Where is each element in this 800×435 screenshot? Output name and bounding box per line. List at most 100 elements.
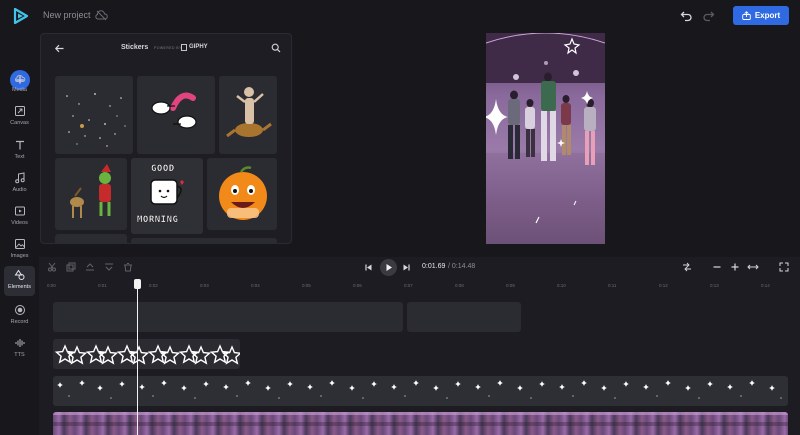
sidebar-item-canvas[interactable]: Canvas bbox=[2, 102, 37, 132]
sparkle-sticker-thumbnails bbox=[57, 380, 782, 399]
ruler-tick-label: 0:00 bbox=[47, 283, 56, 288]
sidebar-item-label: Images bbox=[10, 253, 29, 259]
duplicate-icon[interactable] bbox=[66, 262, 76, 272]
coffee-mug-sticker bbox=[150, 179, 184, 205]
sticker-tile[interactable]: GOOD MORNING bbox=[131, 158, 203, 234]
app-logo-icon[interactable] bbox=[13, 8, 29, 24]
export-button[interactable]: Export bbox=[733, 6, 789, 25]
sticker-tile[interactable] bbox=[207, 158, 277, 230]
video-preview[interactable] bbox=[486, 33, 605, 244]
undo-icon[interactable] bbox=[680, 9, 693, 22]
redo-icon[interactable] bbox=[702, 9, 715, 22]
ruler-tick-label: 0:08 bbox=[455, 283, 464, 288]
current-time: 0:01.69 bbox=[422, 263, 446, 270]
sidebar-item-label: Media bbox=[12, 87, 27, 93]
sticker-text-top: GOOD bbox=[151, 164, 175, 174]
ruler-tick-label: 0:14 bbox=[761, 283, 770, 288]
skip-back-icon[interactable] bbox=[365, 264, 372, 271]
sidebar-item-label: Text bbox=[14, 154, 25, 160]
ruler-tick-label: 0:06 bbox=[353, 283, 362, 288]
giphy-logo-icon bbox=[181, 44, 187, 51]
sidebar-item-label: Audio bbox=[12, 187, 27, 193]
sidebar-item-images[interactable]: Images bbox=[2, 235, 37, 265]
timeline-clip[interactable] bbox=[407, 302, 521, 332]
annoying-orange-sticker bbox=[219, 166, 267, 220]
ruler-tick-label: 0:05 bbox=[302, 283, 311, 288]
fit-timeline-icon[interactable] bbox=[682, 262, 692, 272]
canvas-resize-icon bbox=[14, 106, 25, 116]
upload-cloud-icon bbox=[14, 74, 25, 82]
waveform-icon bbox=[15, 339, 24, 347]
giphy-label: GIPHY bbox=[189, 44, 208, 50]
sidebar-item-videos[interactable]: Videos bbox=[2, 202, 37, 232]
export-upload-icon bbox=[742, 11, 751, 20]
ruler-tick-label: 0:09 bbox=[506, 283, 515, 288]
sidebar-item-text[interactable]: Text bbox=[2, 136, 37, 166]
powered-by-label: POWERED BY bbox=[154, 46, 182, 50]
grinch-sticker bbox=[70, 164, 111, 218]
stickers-panel: Stickers POWERED BY GIPHY GOOD MORNING bbox=[40, 33, 292, 244]
sticker-tile[interactable] bbox=[137, 76, 215, 154]
expand-horizontal-icon[interactable] bbox=[747, 262, 759, 272]
sidebar-item-elements[interactable]: Elements bbox=[4, 266, 35, 296]
split-icon[interactable] bbox=[47, 262, 57, 272]
pointing-hands-sticker bbox=[151, 92, 197, 129]
sidebar-item-label: TTS bbox=[14, 352, 25, 358]
timeline-toolbar: 0:01.69 / 0:14.48 bbox=[39, 257, 800, 278]
sticker-tile[interactable] bbox=[219, 76, 277, 154]
cat-dancer-sticker bbox=[226, 87, 272, 138]
sidebar-item-label: Videos bbox=[11, 220, 28, 226]
play-icon bbox=[386, 264, 392, 271]
ruler-tick-label: 0:13 bbox=[710, 283, 719, 288]
total-time: / 0:14.48 bbox=[448, 263, 476, 270]
cloud-sync-icon bbox=[95, 10, 108, 21]
layer-up-icon[interactable] bbox=[85, 262, 95, 272]
playhead-line[interactable] bbox=[137, 279, 138, 435]
panel-title: Stickers bbox=[121, 44, 149, 51]
play-button[interactable] bbox=[380, 259, 397, 276]
timeline-clip-stars[interactable] bbox=[53, 339, 240, 369]
shapes-icon bbox=[14, 269, 24, 280]
ruler-tick-label: 0:11 bbox=[608, 283, 617, 288]
top-bar: New project Export bbox=[0, 0, 800, 32]
text-icon bbox=[15, 140, 24, 150]
timeline-panel: 0:01.69 / 0:14.48 0:00 0:01 0:02 0:03 0:… bbox=[39, 257, 800, 435]
sticker-tile[interactable] bbox=[131, 238, 277, 243]
sidebar-item-media[interactable]: Media bbox=[2, 69, 37, 99]
sidebar-item-label: Elements bbox=[8, 284, 31, 290]
ruler-tick-label: 0:02 bbox=[149, 283, 158, 288]
sidebar-item-record[interactable]: Record bbox=[2, 301, 37, 331]
search-icon[interactable] bbox=[271, 43, 281, 53]
star-sticker-thumbnails bbox=[55, 345, 240, 364]
video-filmstrip-thumbnails bbox=[53, 412, 788, 426]
timeline-ruler[interactable]: 0:00 0:01 0:02 0:03 0:04 0:05 0:06 0:07 … bbox=[39, 279, 800, 295]
ruler-tick-label: 0:12 bbox=[659, 283, 668, 288]
ruler-tick-label: 0:04 bbox=[251, 283, 260, 288]
ruler-tick-label: 0:01 bbox=[98, 283, 107, 288]
timeline-clip[interactable] bbox=[53, 302, 403, 332]
sidebar-item-audio[interactable]: Audio bbox=[2, 169, 37, 199]
video-editor-app: New project Export + Media Canvas Text A… bbox=[0, 0, 800, 435]
timeline-clip-video[interactable] bbox=[53, 412, 788, 435]
sticker-tile[interactable] bbox=[55, 234, 127, 243]
record-icon bbox=[14, 305, 25, 315]
back-arrow-icon[interactable] bbox=[54, 43, 65, 54]
zoom-out-icon[interactable] bbox=[712, 262, 722, 272]
ruler-tick-label: 0:03 bbox=[200, 283, 209, 288]
sticker-text-bottom: MORNING bbox=[137, 215, 179, 225]
ruler-tick-label: 0:07 bbox=[404, 283, 413, 288]
delete-icon[interactable] bbox=[123, 262, 133, 272]
image-icon bbox=[14, 239, 25, 249]
fullscreen-icon[interactable] bbox=[779, 262, 789, 272]
project-name[interactable]: New project bbox=[43, 10, 91, 20]
music-note-icon bbox=[14, 172, 25, 184]
zoom-in-icon[interactable] bbox=[730, 262, 740, 272]
video-play-icon bbox=[14, 206, 25, 216]
sticker-tile[interactable] bbox=[55, 76, 133, 154]
sidebar-item-tts[interactable]: TTS bbox=[2, 334, 37, 364]
skip-forward-icon[interactable] bbox=[403, 264, 410, 271]
layer-down-icon[interactable] bbox=[104, 262, 114, 272]
sticker-tile[interactable] bbox=[55, 158, 127, 230]
sidebar-item-label: Canvas bbox=[10, 120, 29, 126]
timeline-clip-sparkles[interactable] bbox=[53, 376, 788, 406]
